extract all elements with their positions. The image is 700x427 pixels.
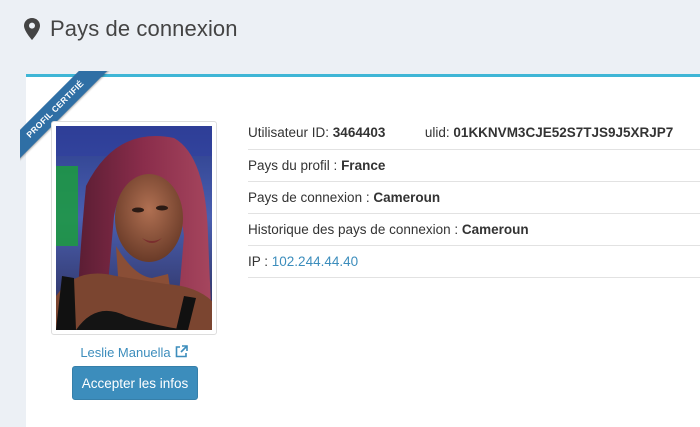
connection-country-row: Pays de connexion : Cameroun	[248, 182, 700, 214]
user-id-label: Utilisateur ID:	[248, 125, 330, 140]
ip-link[interactable]: 102.244.44.40	[272, 254, 358, 269]
connection-country-label: Pays de connexion :	[248, 190, 370, 205]
connection-history-row: Historique des pays de connexion : Camer…	[248, 214, 700, 246]
ulid-value: 01KKNVM3CJE52S7TJS9J5XRJP7	[453, 125, 674, 140]
connection-country-value: Cameroun	[373, 190, 441, 205]
user-id-value: 3464403	[332, 125, 386, 140]
profile-box: PROFIL CERTIFIÉ Leslie Manuella Accepter…	[20, 71, 700, 427]
external-link-icon	[175, 345, 188, 358]
ip-label: IP :	[248, 254, 269, 269]
page-header: Pays de connexion	[24, 14, 238, 44]
ip-row: IP : 102.244.44.40	[248, 246, 700, 278]
connection-history-label: Historique des pays de connexion :	[248, 222, 459, 237]
accept-info-button[interactable]: Accepter les infos	[72, 366, 198, 400]
user-id-row: Utilisateur ID: 3464403 ulid: 01KKNVM3CJ…	[248, 113, 700, 150]
ulid-label: ulid:	[424, 125, 450, 140]
profile-country-value: France	[341, 158, 386, 173]
profile-name-link[interactable]: Leslie Manuella	[26, 345, 242, 360]
profile-country-row: Pays du profil : France	[248, 150, 700, 182]
connection-history-value: Cameroun	[461, 222, 529, 237]
map-marker-icon	[24, 18, 40, 40]
profile-name: Leslie Manuella	[80, 345, 171, 360]
page-title: Pays de connexion	[50, 16, 238, 41]
profile-photo-frame	[51, 121, 217, 335]
profile-photo[interactable]	[56, 126, 212, 330]
user-info: Utilisateur ID: 3464403 ulid: 01KKNVM3CJ…	[248, 113, 700, 278]
profile-country-label: Pays du profil :	[248, 158, 338, 173]
